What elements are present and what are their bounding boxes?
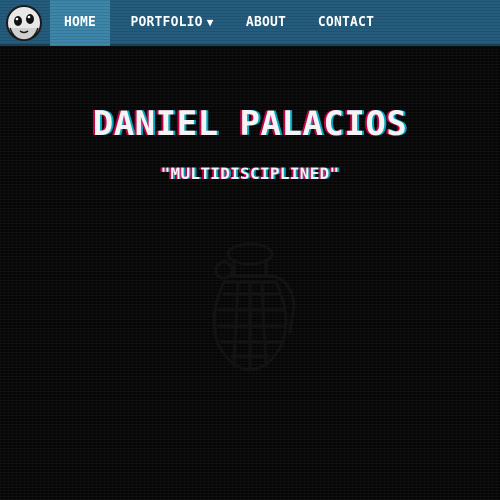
nav-item-portfolio[interactable]: PORTFOLIO ▼ — [118, 0, 226, 46]
hero-subtitle: "MULTIDISCIPLINED" — [160, 164, 340, 183]
top-navbar: HOME PORTFOLIO ▼ ABOUT CONTACT — [0, 0, 500, 46]
nav-item-contact-label: CONTACT — [317, 15, 375, 30]
nav-item-home-label: HOME — [63, 15, 97, 30]
pineapple-grenade-emblem-icon — [194, 236, 306, 386]
nav-item-about-label: ABOUT — [245, 15, 287, 30]
nav-item-home[interactable]: HOME — [50, 0, 110, 46]
caret-down-icon: ▼ — [206, 16, 214, 29]
nav-item-portfolio-label: PORTFOLIO — [130, 15, 203, 30]
nav-item-about[interactable]: ABOUT — [236, 0, 296, 46]
nav-item-contact[interactable]: CONTACT — [306, 0, 386, 46]
ghost-avatar-icon[interactable] — [0, 0, 48, 46]
hero-title: DANIEL PALACIOS — [92, 104, 408, 144]
